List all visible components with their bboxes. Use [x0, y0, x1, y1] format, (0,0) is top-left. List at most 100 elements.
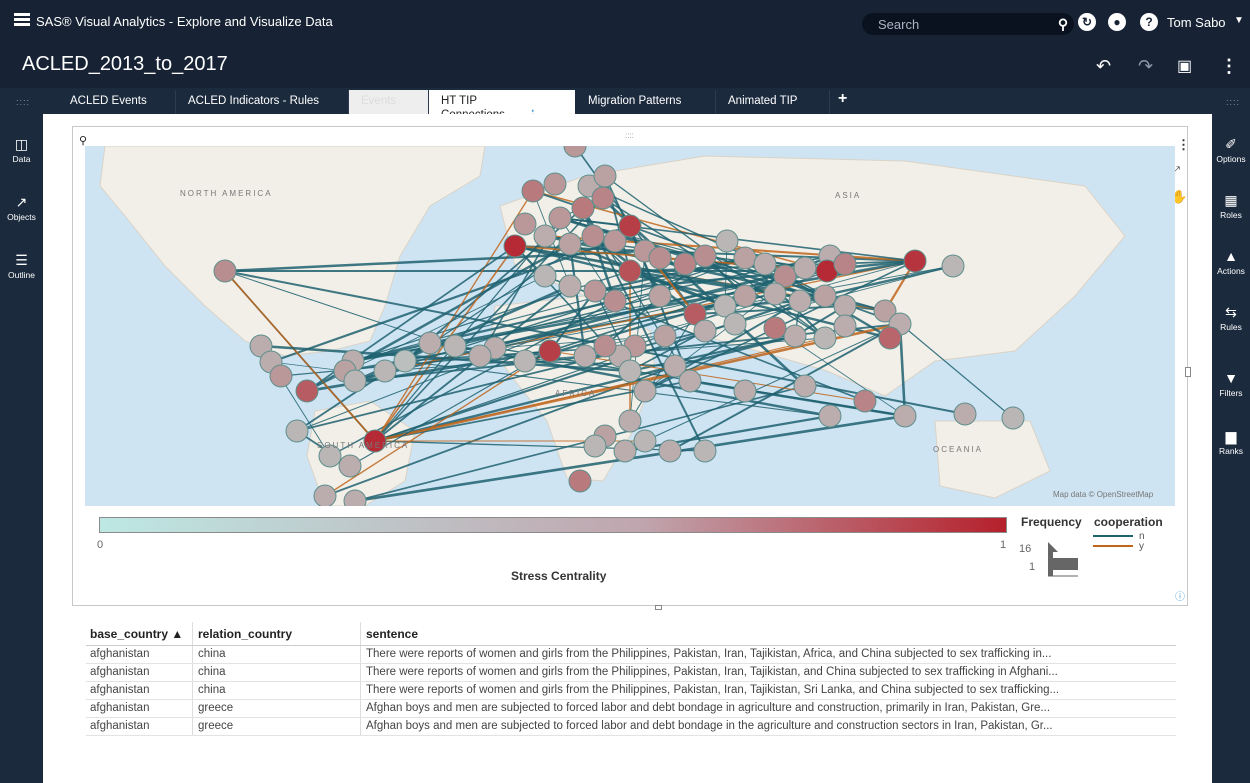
- tab-migration-patterns[interactable]: Migration Patterns: [576, 90, 716, 114]
- rail-item-outline[interactable]: ☰ Outline: [0, 252, 43, 280]
- rail-item-rules[interactable]: ⇆ Rules: [1212, 304, 1250, 332]
- network-node[interactable]: [893, 404, 917, 428]
- network-node[interactable]: [613, 439, 637, 463]
- info-icon[interactable]: ⓘ: [1175, 588, 1185, 603]
- network-node[interactable]: [853, 389, 877, 413]
- left-pane-grip-icon[interactable]: ::::: [16, 97, 30, 107]
- network-map-visual[interactable]: ⚲ :::: ⋮ ⤢ ✋ NORTH AMERICA ASIA AFRICA S…: [72, 126, 1191, 610]
- network-node[interactable]: [693, 244, 717, 268]
- network-node[interactable]: [793, 374, 817, 398]
- tab-acled-indicators-rules[interactable]: ACLED Indicators - Rules: [176, 90, 349, 114]
- tab-ht-tip-connections[interactable]: HT TIP Connections⋮: [429, 90, 575, 121]
- rail-item-data[interactable]: ◫ Data: [0, 136, 43, 164]
- network-node[interactable]: [783, 324, 807, 348]
- network-node[interactable]: [618, 409, 642, 433]
- network-node[interactable]: [343, 369, 367, 393]
- help-icon[interactable]: ?: [1140, 13, 1158, 31]
- rail-item-ranks[interactable]: ▆ Ranks: [1212, 428, 1250, 456]
- table-row[interactable]: afghanistan china There were reports of wo…: [86, 646, 1176, 664]
- header-relation-country[interactable]: relation_country: [198, 627, 358, 641]
- tab-acled-events[interactable]: ACLED Events: [58, 90, 176, 114]
- network-node[interactable]: [558, 274, 582, 298]
- network-node[interactable]: [443, 334, 467, 358]
- save-icon[interactable]: ▣: [1177, 56, 1192, 76]
- history-icon[interactable]: ↻: [1078, 13, 1096, 31]
- network-node[interactable]: [818, 404, 842, 428]
- network-node[interactable]: [833, 252, 857, 276]
- network-node[interactable]: [733, 284, 757, 308]
- network-node[interactable]: [648, 284, 672, 308]
- network-node[interactable]: [583, 434, 607, 458]
- network-node[interactable]: [373, 359, 397, 383]
- visual-menu-icon[interactable]: ⋮: [1177, 137, 1190, 153]
- network-node[interactable]: [591, 186, 615, 210]
- network-node[interactable]: [568, 469, 592, 493]
- side-resize-handle[interactable]: [1185, 367, 1191, 377]
- network-node[interactable]: [1001, 406, 1025, 430]
- tab-events[interactable]: Events: [349, 90, 429, 114]
- table-row[interactable]: afghanistan china There were reports of wo…: [86, 682, 1176, 700]
- table-row[interactable]: afghanistan china There were reports of wo…: [86, 664, 1176, 682]
- search-icon[interactable]: ⚲: [1054, 15, 1072, 33]
- network-node[interactable]: [295, 379, 319, 403]
- network-node[interactable]: [581, 224, 605, 248]
- network-node[interactable]: [788, 289, 812, 313]
- network-node[interactable]: [678, 369, 702, 393]
- network-node[interactable]: [648, 246, 672, 270]
- resize-handle[interactable]: [655, 605, 662, 610]
- network-node[interactable]: [503, 234, 527, 258]
- network-node[interactable]: [603, 289, 627, 313]
- hamburger-menu-icon[interactable]: [14, 13, 30, 26]
- network-node[interactable]: [593, 334, 617, 358]
- network-node[interactable]: [618, 214, 642, 238]
- rail-item-roles[interactable]: ▦ Roles: [1212, 192, 1250, 220]
- network-node[interactable]: [313, 484, 337, 506]
- network-node[interactable]: [693, 319, 717, 343]
- network-node[interactable]: [723, 312, 747, 336]
- network-node[interactable]: [658, 439, 682, 463]
- column-divider[interactable]: [360, 622, 361, 645]
- header-sentence[interactable]: sentence: [366, 627, 1158, 641]
- network-node[interactable]: [715, 229, 739, 253]
- rail-item-objects[interactable]: ↗ Objects: [0, 194, 43, 222]
- network-node[interactable]: [393, 349, 417, 373]
- rail-item-actions[interactable]: ▲ Actions: [1212, 248, 1250, 276]
- network-node[interactable]: [618, 359, 642, 383]
- network-node[interactable]: [573, 344, 597, 368]
- rail-item-filters[interactable]: ▼ Filters: [1212, 370, 1250, 398]
- network-node[interactable]: [733, 246, 757, 270]
- search-input[interactable]: Search: [862, 13, 1074, 35]
- network-node[interactable]: [833, 294, 857, 318]
- network-node[interactable]: [753, 252, 777, 276]
- network-node[interactable]: [571, 196, 595, 220]
- network-node[interactable]: [878, 326, 902, 350]
- network-node[interactable]: [269, 364, 293, 388]
- drag-grip-icon[interactable]: ::::: [625, 131, 634, 140]
- network-node[interactable]: [813, 284, 837, 308]
- network-node[interactable]: [513, 212, 537, 236]
- header-base-country[interactable]: base_country ▲: [90, 627, 190, 641]
- network-node[interactable]: [543, 172, 567, 196]
- network-node[interactable]: [285, 419, 309, 443]
- more-options-icon[interactable]: ⋮: [1220, 56, 1238, 77]
- network-node[interactable]: [833, 314, 857, 338]
- network-node[interactable]: [903, 249, 927, 273]
- network-node[interactable]: [533, 264, 557, 288]
- undo-icon[interactable]: ↶: [1096, 56, 1111, 77]
- network-node[interactable]: [418, 331, 442, 355]
- network-node[interactable]: [953, 402, 977, 426]
- redo-icon[interactable]: ↷: [1138, 56, 1153, 77]
- right-pane-grip-icon[interactable]: ::::: [1226, 97, 1240, 107]
- network-map[interactable]: NORTH AMERICA ASIA AFRICA SOUTH AMERICA …: [85, 146, 1175, 506]
- network-node[interactable]: [633, 429, 657, 453]
- network-node[interactable]: [468, 344, 492, 368]
- column-divider[interactable]: [192, 622, 193, 645]
- network-node[interactable]: [693, 439, 717, 463]
- network-node[interactable]: [763, 316, 787, 340]
- network-node[interactable]: [733, 379, 757, 403]
- network-node[interactable]: [793, 256, 817, 280]
- network-node[interactable]: [213, 259, 237, 283]
- notifications-icon[interactable]: ●: [1108, 13, 1126, 31]
- user-name[interactable]: Tom Sabo: [1167, 15, 1226, 30]
- tab-animated-tip[interactable]: Animated TIP: [716, 90, 830, 114]
